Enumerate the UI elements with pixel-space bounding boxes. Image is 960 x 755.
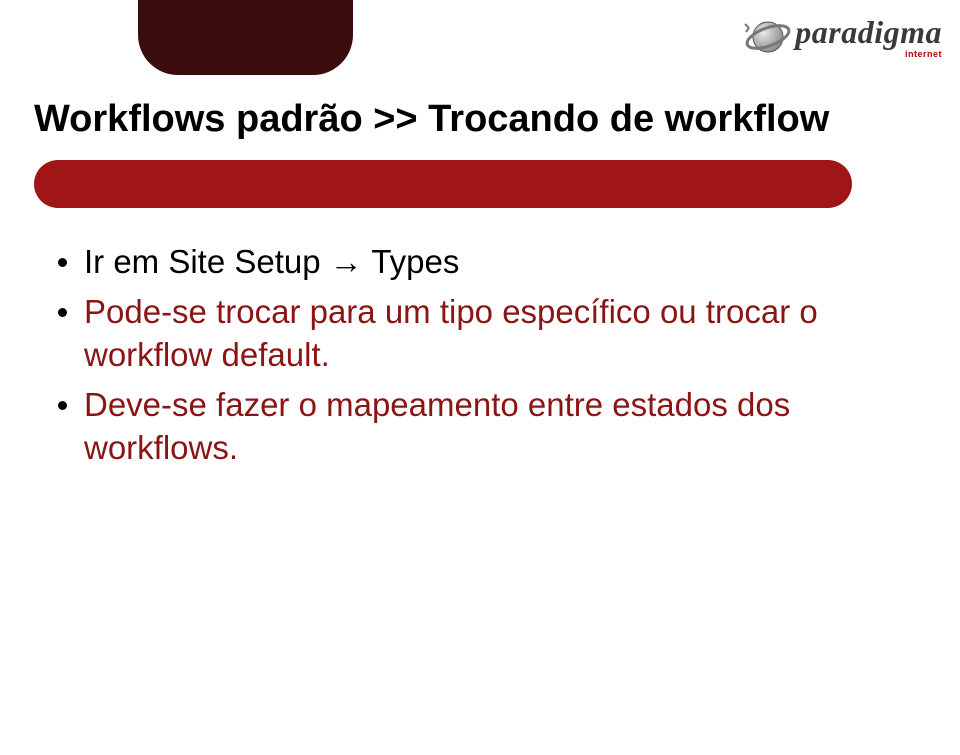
bullet-item: Deve-se fazer o mapeamento entre estados… — [56, 383, 900, 470]
bullet-item: Ir em Site Setup → Types — [56, 240, 900, 284]
slide-title: Workflows padrão >> Trocando de workflow — [34, 98, 829, 141]
bullet-item: Pode-se trocar para um tipo específico o… — [56, 290, 900, 377]
logo-word: paradigma — [795, 16, 942, 48]
bullet-list: Ir em Site Setup → Types Pode-se trocar … — [56, 240, 900, 476]
top-tab-shape — [138, 0, 353, 75]
logo-mark-icon — [743, 12, 793, 62]
logo-text: paradigma internet — [795, 16, 942, 59]
logo: paradigma internet — [743, 12, 942, 62]
title-underline-bar — [34, 160, 852, 208]
logo-subtext: internet — [795, 50, 942, 59]
slide: paradigma internet Workflows padrão >> T… — [0, 0, 960, 755]
